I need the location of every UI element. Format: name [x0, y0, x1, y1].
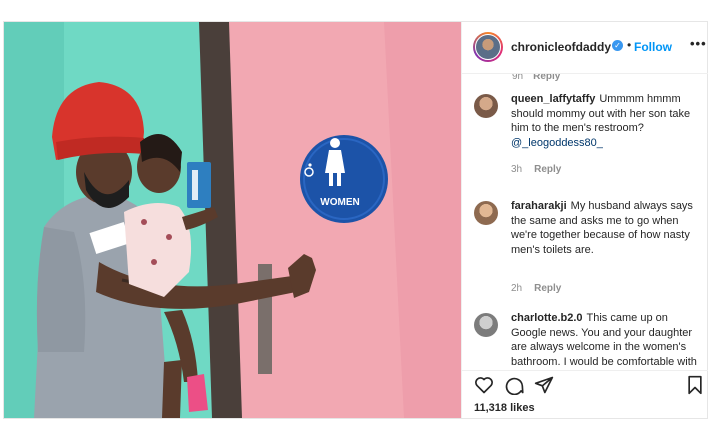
bookmark-icon[interactable]	[686, 375, 704, 395]
post-header: chronicleofdaddy ✓ • Follow •••	[462, 22, 708, 74]
user-avatar[interactable]	[473, 32, 503, 62]
reply-button[interactable]: Reply	[534, 283, 561, 294]
commenter-avatar[interactable]	[474, 201, 498, 225]
reply-button[interactable]: Reply	[534, 164, 561, 175]
comment-meta: 3h Reply	[511, 164, 561, 175]
likes-count[interactable]: 11,318 likes	[474, 402, 535, 414]
comment-meta: 2h Reply	[511, 283, 561, 294]
commenter-avatar[interactable]	[474, 94, 498, 118]
instagram-post: WOMEN chronicleofdaddy ✓ • Follow ••• 9h…	[3, 21, 708, 419]
comment-body: charlotte.b2.0 This came up on Google new…	[511, 311, 699, 370]
comment-body: faraharakji My husband always says the sa…	[511, 199, 699, 257]
post-username[interactable]: chronicleofdaddy	[511, 40, 611, 54]
truncated-comment-meta: 9h Reply	[512, 74, 560, 82]
comment-time: 3h	[511, 164, 523, 175]
comments-list[interactable]: 9h Reply queen_laffytaffy Ummmm hmmm shoul…	[462, 74, 708, 370]
comment-username[interactable]: faraharakji	[511, 200, 567, 212]
post-sidebar: chronicleofdaddy ✓ • Follow ••• 9h Reply …	[461, 22, 708, 418]
comment-icon[interactable]	[504, 375, 524, 395]
heart-icon[interactable]	[474, 375, 494, 395]
follow-button[interactable]: Follow	[634, 40, 672, 54]
post-photo[interactable]: WOMEN	[4, 22, 461, 418]
comment-mention[interactable]: @_leogoddess80_	[511, 137, 603, 149]
comment-time: 2h	[511, 283, 523, 294]
separator-dot: •	[627, 38, 632, 52]
commenter-avatar[interactable]	[474, 313, 498, 337]
comment-body: queen_laffytaffy Ummmm hmmm should mommy …	[511, 92, 699, 150]
post-actions: 11,318 likes	[462, 370, 708, 419]
comment-username[interactable]: charlotte.b2.0	[511, 312, 583, 324]
comment-username[interactable]: queen_laffytaffy	[511, 93, 595, 105]
women-sign-label: WOMEN	[320, 197, 359, 208]
share-icon[interactable]	[534, 375, 554, 395]
comment-time: 9h	[512, 74, 524, 82]
verified-badge-icon: ✓	[612, 40, 623, 51]
photo-illustration: WOMEN	[4, 22, 461, 418]
reply-button[interactable]: Reply	[533, 74, 560, 82]
more-options-icon[interactable]: •••	[690, 36, 707, 51]
